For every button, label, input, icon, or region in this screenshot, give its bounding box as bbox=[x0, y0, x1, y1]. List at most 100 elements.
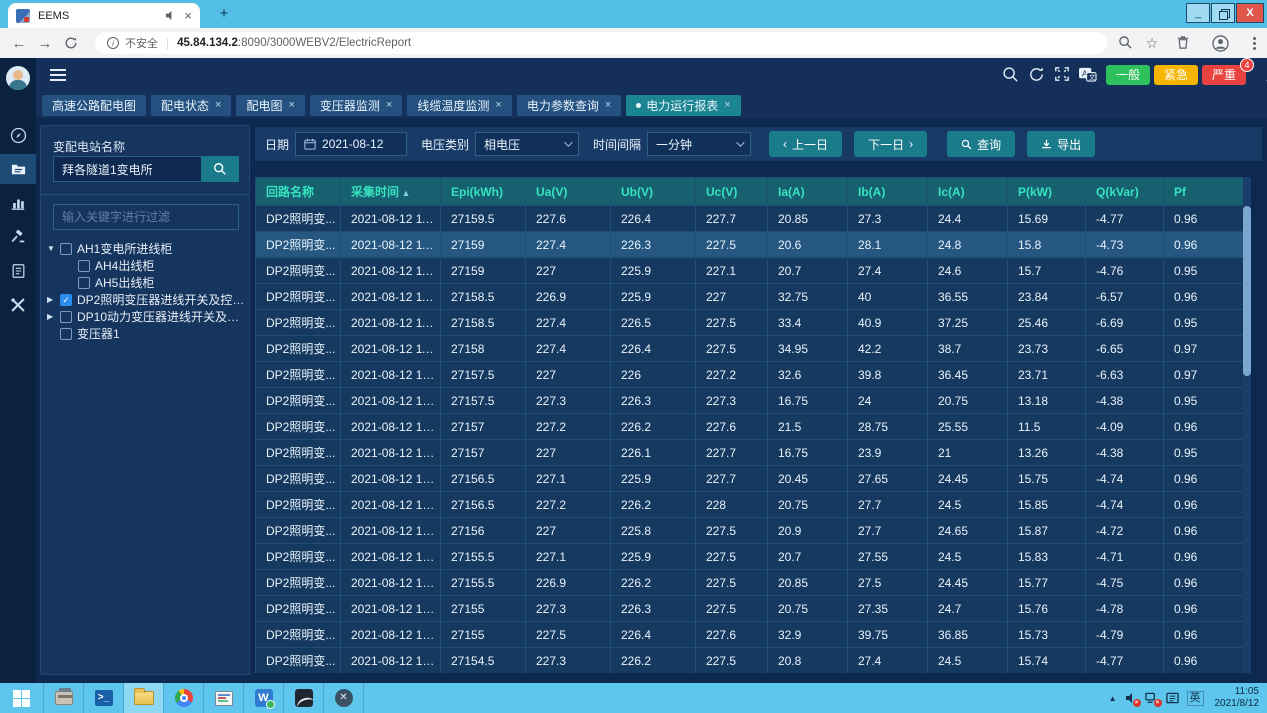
sort-asc-icon[interactable]: ▲ bbox=[399, 188, 410, 198]
tab-close-icon[interactable]: × bbox=[724, 100, 730, 111]
new-tab-button[interactable]: + bbox=[212, 5, 236, 23]
column-header[interactable]: Q(kVar) bbox=[1086, 178, 1164, 206]
user-avatar[interactable] bbox=[6, 66, 30, 90]
tab-close-icon[interactable]: × bbox=[184, 9, 192, 22]
expander-closed-icon[interactable]: ▶ bbox=[47, 295, 60, 304]
bookmark-star-icon[interactable]: ☆ bbox=[1144, 35, 1160, 51]
profile-avatar-icon[interactable] bbox=[1212, 35, 1228, 51]
table-row[interactable]: DP2照明变...2021-08-12 11:0327159227225.922… bbox=[256, 258, 1244, 284]
search-icon[interactable] bbox=[1002, 66, 1020, 84]
table-row[interactable]: DP2照明变...2021-08-12 10:4827154.5227.3226… bbox=[256, 648, 1244, 674]
station-input[interactable] bbox=[53, 156, 201, 182]
voltage-type-select[interactable]: 相电压 bbox=[475, 132, 579, 156]
rail-item-statistics[interactable] bbox=[0, 188, 36, 218]
language-indicator[interactable]: 英 bbox=[1187, 691, 1204, 706]
zoom-icon[interactable] bbox=[1118, 35, 1134, 51]
table-row[interactable]: DP2照明变...2021-08-12 11:0527159.5227.6226… bbox=[256, 206, 1244, 232]
station-search-button[interactable] bbox=[201, 156, 239, 182]
window-minimize-button[interactable]: _ bbox=[1186, 3, 1210, 23]
start-button[interactable] bbox=[0, 683, 44, 713]
table-row[interactable]: DP2照明变...2021-08-12 11:0427159227.4226.3… bbox=[256, 232, 1244, 258]
tab-close-icon[interactable]: × bbox=[215, 100, 221, 111]
column-header[interactable]: Uc(V) bbox=[696, 178, 768, 206]
forward-button[interactable]: → bbox=[32, 35, 58, 52]
back-button[interactable]: ← bbox=[6, 35, 32, 52]
table-row[interactable]: DP2照明变...2021-08-12 10:5027155227.3226.3… bbox=[256, 596, 1244, 622]
taskbar-monitor-app[interactable] bbox=[204, 683, 244, 713]
app-tab-0[interactable]: 高速公路配电图 bbox=[42, 95, 146, 116]
rail-item-documents[interactable] bbox=[0, 256, 36, 286]
taskbar-clock[interactable]: 11:05 2021/8/12 bbox=[1211, 686, 1260, 710]
reload-button[interactable] bbox=[58, 36, 84, 50]
scrollbar-thumb[interactable] bbox=[1243, 206, 1251, 376]
table-scrollbar[interactable] bbox=[1243, 177, 1251, 673]
browser-tab[interactable]: EEMS × bbox=[8, 3, 200, 28]
table-row[interactable]: DP2照明变...2021-08-12 10:4927155227.5226.4… bbox=[256, 622, 1244, 648]
tree-checkbox[interactable] bbox=[60, 243, 72, 255]
tree-checkbox[interactable] bbox=[78, 260, 90, 272]
tree-item[interactable]: ▶DP10动力变压器进线开关及控制室 bbox=[47, 308, 247, 325]
column-header[interactable]: 采集时间 ▲ bbox=[341, 178, 441, 206]
menu-toggle-icon[interactable] bbox=[50, 69, 66, 81]
column-header[interactable]: Ua(V) bbox=[526, 178, 611, 206]
expander-closed-icon[interactable]: ▶ bbox=[47, 312, 60, 321]
taskbar-chrome[interactable] bbox=[164, 683, 204, 713]
rail-item-reports[interactable] bbox=[0, 154, 36, 184]
table-row[interactable]: DP2照明变...2021-08-12 11:0027158227.4226.4… bbox=[256, 336, 1244, 362]
address-bar[interactable]: i 不安全 | 45.84.134.2 :8090/3000WEBV2/Elec… bbox=[95, 32, 1107, 54]
prev-day-button[interactable]: ‹ 上一日 bbox=[769, 131, 842, 157]
ime-icon[interactable] bbox=[1166, 691, 1180, 705]
network-error-icon[interactable]: × bbox=[1145, 691, 1159, 705]
browser-menu-icon[interactable] bbox=[1246, 35, 1262, 51]
table-row[interactable]: DP2照明变...2021-08-12 11:0227158.5226.9225… bbox=[256, 284, 1244, 310]
table-row[interactable]: DP2照明变...2021-08-12 10:5827157.5227.3226… bbox=[256, 388, 1244, 414]
page-info-icon[interactable]: i bbox=[107, 37, 119, 49]
interval-select[interactable]: 一分钟 bbox=[647, 132, 751, 156]
taskbar-server-manager[interactable] bbox=[44, 683, 84, 713]
taskbar-database-tool[interactable] bbox=[284, 683, 324, 713]
column-header[interactable]: P(kW) bbox=[1008, 178, 1086, 206]
export-button[interactable]: 导出 bbox=[1027, 131, 1095, 157]
tab-close-icon[interactable]: × bbox=[605, 100, 611, 111]
app-tab-3[interactable]: 变压器监测× bbox=[310, 95, 402, 116]
app-tab-1[interactable]: 配电状态× bbox=[151, 95, 231, 116]
tree-item[interactable]: ▶✓DP2照明变压器进线开关及控制室 bbox=[47, 291, 247, 308]
table-row[interactable]: DP2照明变...2021-08-12 11:0127158.5227.4226… bbox=[256, 310, 1244, 336]
rail-item-overview[interactable] bbox=[0, 120, 36, 150]
table-row[interactable]: DP2照明变...2021-08-12 10:5527156.5227.1225… bbox=[256, 466, 1244, 492]
table-row[interactable]: DP2照明变...2021-08-12 10:5627157227226.122… bbox=[256, 440, 1244, 466]
tab-close-icon[interactable]: × bbox=[288, 100, 294, 111]
tree-checkbox[interactable]: ✓ bbox=[60, 294, 72, 306]
column-header[interactable]: Ub(V) bbox=[611, 178, 696, 206]
alarm-urgent-button[interactable]: 紧急 bbox=[1154, 65, 1198, 85]
window-close-button[interactable]: X bbox=[1236, 3, 1264, 23]
window-restore-button[interactable] bbox=[1211, 3, 1235, 23]
alarm-severe-button[interactable]: 严重 4 bbox=[1202, 65, 1246, 85]
app-tab-2[interactable]: 配电图× bbox=[236, 95, 304, 116]
app-tab-4[interactable]: 线缆温度监测× bbox=[407, 95, 511, 116]
app-tab-5[interactable]: 电力参数查询× bbox=[517, 95, 621, 116]
tree-item[interactable]: ▼AH1变电所进线柜 bbox=[47, 240, 247, 257]
column-header[interactable]: Ib(A) bbox=[848, 178, 928, 206]
table-row[interactable]: DP2照明变...2021-08-12 10:5127155.5226.9226… bbox=[256, 570, 1244, 596]
column-header[interactable]: Ic(A) bbox=[928, 178, 1008, 206]
extension-trash-icon[interactable] bbox=[1176, 35, 1192, 51]
column-header[interactable]: Ia(A) bbox=[768, 178, 848, 206]
table-row[interactable]: DP2照明变...2021-08-12 10:5727157227.2226.2… bbox=[256, 414, 1244, 440]
volume-muted-icon[interactable]: × bbox=[1124, 691, 1138, 705]
taskbar-powershell[interactable]: >_ bbox=[84, 683, 124, 713]
taskbar-admin-tools[interactable]: ✕ bbox=[324, 683, 364, 713]
tab-close-icon[interactable]: × bbox=[495, 100, 501, 111]
tab-close-icon[interactable]: × bbox=[386, 100, 392, 111]
refresh-icon[interactable] bbox=[1028, 66, 1046, 84]
alarm-general-button[interactable]: 一般 bbox=[1106, 65, 1150, 85]
column-header[interactable]: Epi(kWh) bbox=[441, 178, 526, 206]
rail-item-maintenance[interactable] bbox=[0, 222, 36, 252]
fullscreen-icon[interactable] bbox=[1054, 66, 1072, 84]
tree-checkbox[interactable] bbox=[60, 328, 72, 340]
tray-expand-icon[interactable]: ▲ bbox=[1109, 694, 1117, 703]
taskbar-file-explorer[interactable] bbox=[124, 683, 164, 713]
table-row[interactable]: DP2照明变...2021-08-12 10:5427156.5227.2226… bbox=[256, 492, 1244, 518]
tree-checkbox[interactable] bbox=[60, 311, 72, 323]
tree-checkbox[interactable] bbox=[78, 277, 90, 289]
